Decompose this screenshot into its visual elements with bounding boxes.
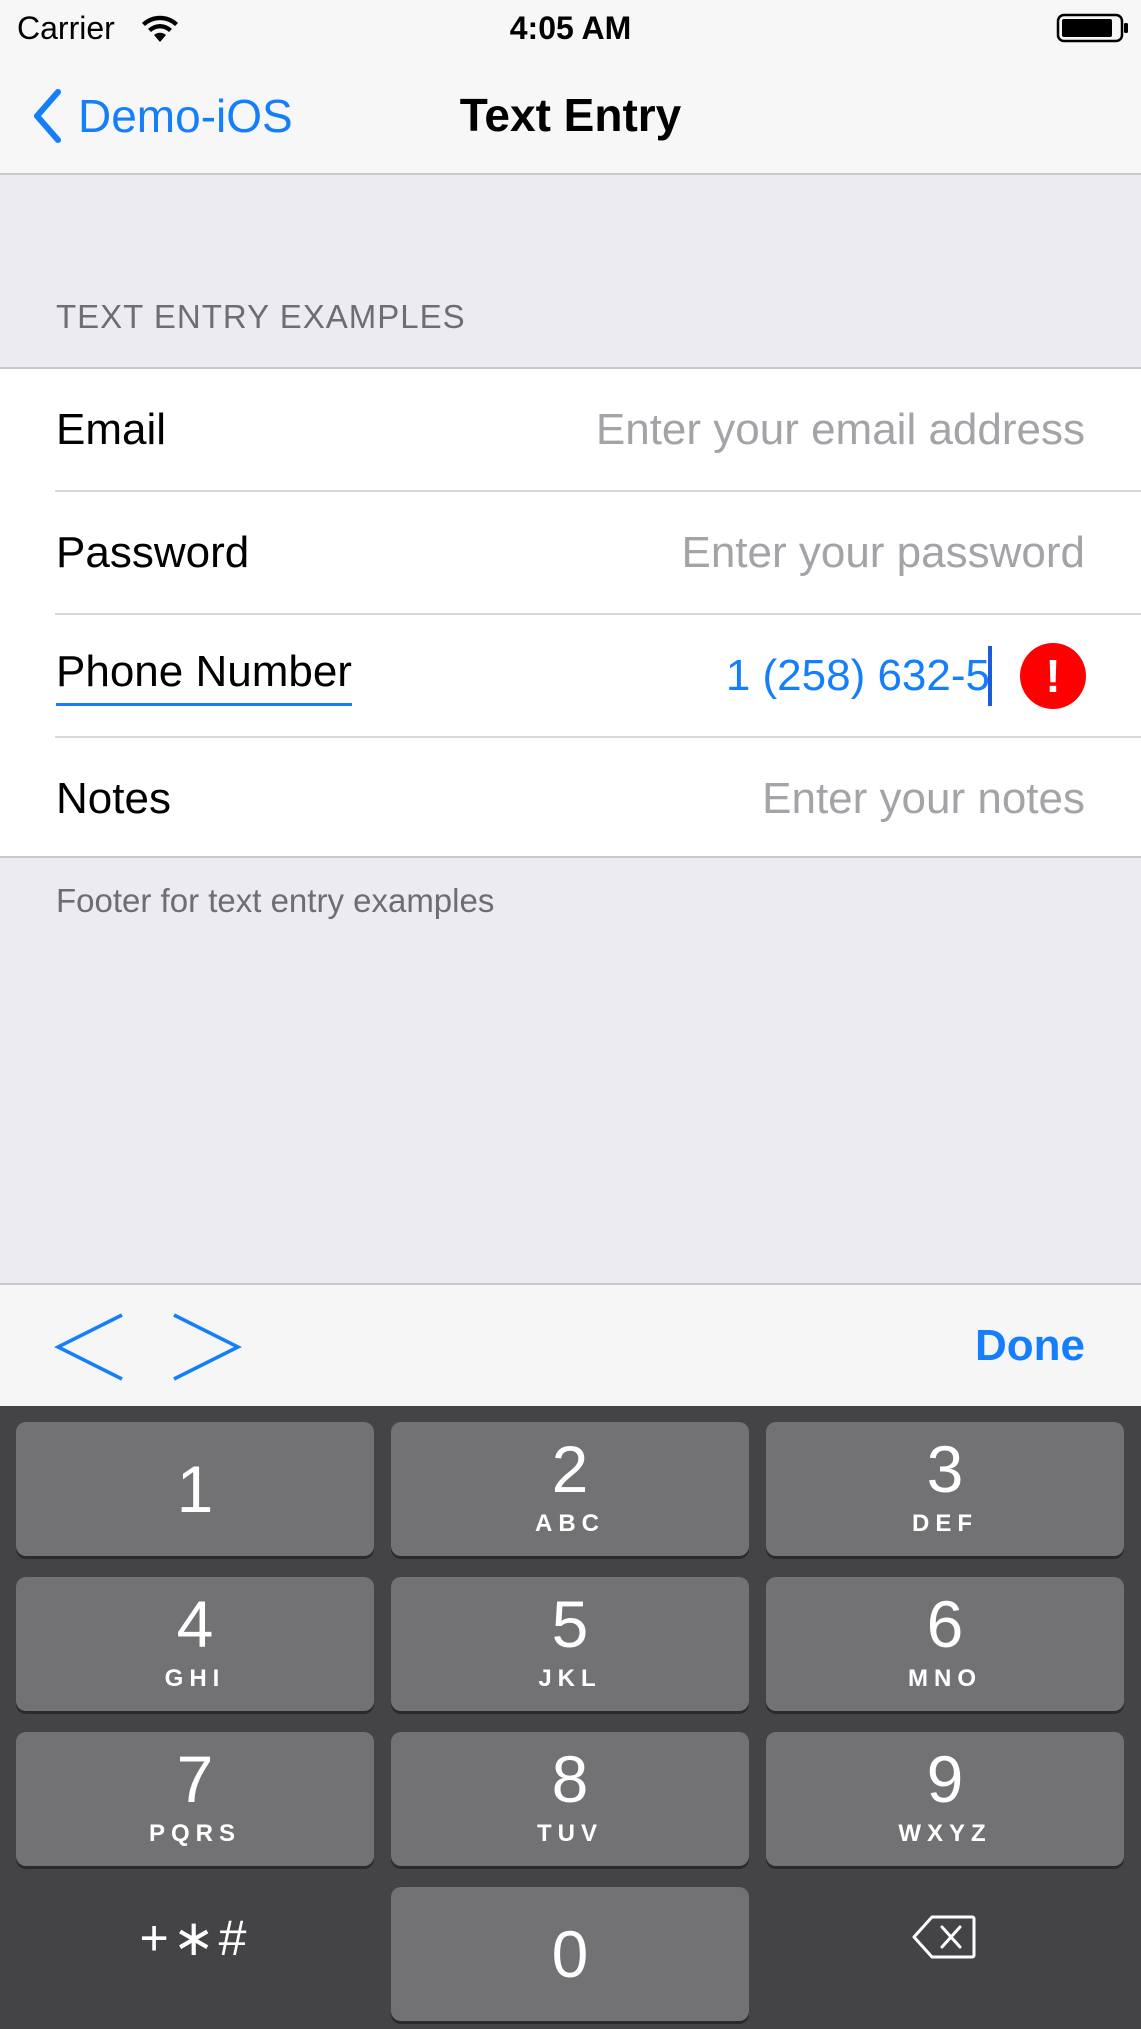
key-digit: 4 [176, 1587, 214, 1661]
email-label: Email [56, 405, 167, 454]
key-letters: PQRS [148, 1820, 241, 1847]
phone-number-row[interactable]: Phone Number 1 (258) 632-5 ! [0, 615, 1141, 737]
back-button[interactable]: Demo-iOS [30, 86, 293, 146]
keyboard-accessory-toolbar: Done [0, 1283, 1141, 1406]
key-letters: JKL [538, 1665, 602, 1692]
error-icon[interactable]: ! [1020, 643, 1086, 709]
battery-icon [1056, 13, 1128, 43]
key-digit: 5 [551, 1587, 589, 1661]
notes-field[interactable]: Enter your notes [762, 738, 1085, 860]
email-row[interactable]: Email Enter your email address [0, 369, 1141, 491]
password-field[interactable]: Enter your password [681, 492, 1085, 614]
password-row[interactable]: Password Enter your password [0, 492, 1141, 614]
next-field-icon[interactable] [170, 1309, 242, 1385]
notes-row[interactable]: Notes Enter your notes [0, 738, 1141, 860]
status-bar: Carrier 4:05 AM [0, 0, 1141, 58]
done-button[interactable]: Done [975, 1321, 1085, 1371]
key-digit: 9 [926, 1742, 964, 1816]
key-letters: ABC [535, 1510, 605, 1537]
key-digit: 2 [551, 1432, 589, 1506]
key-digit: 1 [176, 1452, 214, 1526]
section-footer: Footer for text entry examples [56, 882, 495, 919]
backspace-icon [912, 1915, 976, 1959]
key-digit: 8 [551, 1742, 589, 1816]
key-letters: GHI [164, 1665, 226, 1692]
notes-label: Notes [56, 774, 171, 823]
key-digit: 3 [926, 1432, 964, 1506]
text-entry-table: Email Enter your email address Password … [0, 367, 1141, 858]
section-header: TEXT ENTRY EXAMPLES [56, 298, 466, 335]
key-7[interactable]: 7 PQRS [16, 1732, 374, 1866]
key-digit: 6 [926, 1587, 964, 1661]
key-3[interactable]: 3 DEF [766, 1422, 1124, 1556]
key-4[interactable]: 4 GHI [16, 1577, 374, 1711]
phone-number-label: Phone Number [56, 647, 352, 706]
key-2[interactable]: 2 ABC [391, 1422, 749, 1556]
key-5[interactable]: 5 JKL [391, 1577, 749, 1711]
text-cursor [988, 646, 992, 706]
password-label: Password [56, 528, 250, 577]
email-field[interactable]: Enter your email address [596, 369, 1085, 491]
key-letters: TUV [537, 1820, 603, 1847]
key-0[interactable]: 0 [391, 1887, 749, 2021]
key-letters: MNO [908, 1665, 982, 1692]
back-button-label: Demo-iOS [78, 90, 293, 142]
key-digit: 7 [176, 1742, 214, 1816]
key-9[interactable]: 9 WXYZ [766, 1732, 1124, 1866]
phone-number-field[interactable]: 1 (258) 632-5 [726, 615, 990, 737]
delete-key[interactable] [766, 1871, 1124, 2005]
navigation-bar: Text Entry Demo-iOS [0, 58, 1141, 175]
status-time: 4:05 AM [509, 10, 632, 46]
key-digit: 0 [551, 1917, 589, 1991]
key-1[interactable]: 1 [16, 1422, 374, 1556]
key-symbols[interactable]: +∗# [16, 1871, 374, 2005]
key-8[interactable]: 8 TUV [391, 1732, 749, 1866]
key-letters: WXYZ [898, 1820, 992, 1847]
previous-field-icon[interactable] [54, 1309, 126, 1385]
key-letters: DEF [912, 1510, 978, 1537]
key-6[interactable]: 6 MNO [766, 1577, 1124, 1711]
chevron-left-icon [34, 89, 61, 143]
